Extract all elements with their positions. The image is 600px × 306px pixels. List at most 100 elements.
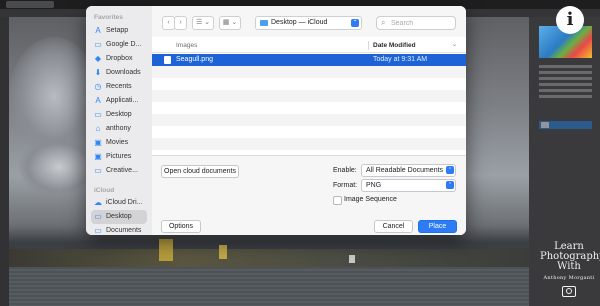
location-select[interactable]: Desktop — iCloud ⌃ [255,16,362,30]
sidebar-item-applications[interactable]: A Applicati... [91,94,147,108]
search-field[interactable]: ⌕ [376,16,456,30]
dialog-toolbar: ‹ › ☰ ⌄ ▦ ⌄ Desktop — iCloud ⌃ ⌕ [152,6,466,38]
location-label: Desktop — iCloud [271,19,328,26]
desktop-icon: ▭ [94,110,102,119]
open-cloud-documents-button[interactable]: Open cloud documents [161,165,239,178]
pictures-icon: ▣ [94,152,102,161]
layer-thumbnail [541,122,549,128]
forward-button[interactable]: › [174,16,187,30]
dropbox-icon: ◆ [94,54,102,63]
file-name: Seagull.png [176,56,213,63]
lighthouse [219,245,227,259]
desktop-icon: ▭ [94,212,102,221]
sidebar-item-label: Creative... [106,167,138,174]
grid-view-button[interactable]: ▦ ⌄ [219,16,241,30]
place-button[interactable]: Place [418,220,457,233]
image-sequence-checkbox[interactable] [333,196,342,205]
empty-row [152,126,466,138]
file-list-header: Images Date Modified ⌄ [152,39,466,53]
format-select-value: PNG [366,182,382,189]
place-file-dialog: Favorites A Setapp ▭ Google D... ◆ Dropb… [86,6,466,235]
home-icon: ⌂ [95,124,101,133]
sidebar-item-creative-cloud[interactable]: ▭ Creative... [91,164,147,178]
sidebar-heading-favorites: Favorites [94,14,123,21]
column-header-date-modified[interactable]: Date Modified [373,41,416,50]
file-list: Images Date Modified ⌄ Seagull.png Today… [152,37,466,170]
lighthouse [159,239,173,261]
sidebar-item-setapp[interactable]: A Setapp [91,24,147,38]
document-tab[interactable] [6,1,54,8]
documents-icon: ▭ [94,226,102,235]
shoreline [9,249,529,267]
image-sequence-label: Image Sequence [344,196,397,203]
empty-row [152,78,466,90]
list-view-icon: ☰ ⌄ [195,19,211,26]
chevron-right-icon: › [179,19,182,26]
cancel-button[interactable]: Cancel [374,220,413,233]
column-header-images[interactable]: Images [176,41,197,50]
sidebar-item-icloud-drive[interactable]: ☁ iCloud Dri... [91,196,147,210]
sidebar-item-label: Desktop [106,111,132,118]
movies-icon: ▣ [94,138,102,147]
sidebar: Favorites A Setapp ▭ Google D... ◆ Dropb… [86,6,153,235]
sidebar-item-label: Documents [106,227,142,234]
file-row-seagull[interactable]: Seagull.png Today at 9:31 AM [152,54,466,66]
sidebar-item-icloud-desktop[interactable]: ▭ Desktop [91,210,147,224]
format-select[interactable]: PNG ⌃ [361,179,456,192]
empty-row [152,102,466,114]
empty-row [152,114,466,126]
sidebar-item-label: iCloud Dri... [106,199,143,206]
water [9,267,529,306]
empty-row [152,138,466,150]
format-label: Format: [333,182,358,189]
chevron-updown-icon: ⌃ [446,166,454,174]
applications-icon: A [95,96,101,105]
drive-icon: ▭ [94,40,102,49]
enable-select[interactable]: All Readable Documents ⌃ [361,164,456,177]
sidebar-item-recents[interactable]: ◷ Recents [91,80,147,94]
sidebar-item-dropbox[interactable]: ◆ Dropbox [91,52,147,66]
sidebar-item-label: Setapp [106,27,129,34]
watermark: Learn Photography With Anthony Morganti [540,242,600,300]
sidebar-item-label: anthony [106,125,131,132]
column-divider [368,41,369,50]
search-icon: ⌕ [381,18,386,27]
folder-icon [260,20,268,26]
chevron-updown-icon: ⌃ [446,181,454,189]
sidebar-item-label: Downloads [106,69,141,76]
sidebar-item-label: Recents [106,83,132,90]
chevron-down-icon[interactable]: ⌄ [452,41,457,50]
clock-icon: ◷ [94,82,102,91]
adjustments-panel [539,62,592,101]
sidebar-item-home[interactable]: ⌂ anthony [91,122,147,136]
enable-label: Enable: [333,167,357,174]
search-input[interactable] [391,17,451,29]
watermark-name: Anthony Morganti [543,275,595,281]
sidebar-item-label: Movies [106,139,129,146]
sidebar-item-label: Dropbox [106,55,133,62]
sidebar-item-pictures[interactable]: ▣ Pictures [91,150,147,164]
chevron-left-icon: ‹ [167,19,170,26]
sidebar-item-label: Google D... [106,41,142,48]
sidebar-item-movies[interactable]: ▣ Movies [91,136,147,150]
enable-select-value: All Readable Documents [366,167,444,174]
empty-row [152,66,466,78]
chevron-updown-icon: ⌃ [351,19,359,27]
sidebar-item-label: Desktop [106,213,132,220]
sidebar-item-downloads[interactable]: ⬇ Downloads [91,66,147,80]
watermark-line: With [557,261,581,272]
dialog-options-area: Open cloud documents Enable: All Readabl… [152,155,466,235]
options-button[interactable]: Options [161,220,201,233]
sidebar-item-google-drive[interactable]: ▭ Google D... [91,38,147,52]
cloud-icon: ☁ [94,198,102,207]
tools-panel [0,17,9,306]
downloads-icon: ⬇ [94,68,102,77]
list-view-button[interactable]: ☰ ⌄ [192,16,214,30]
sidebar-item-documents[interactable]: ▭ Documents [91,224,147,235]
lighthouse [349,255,355,263]
grid-view-icon: ▦ ⌄ [222,19,238,26]
folder-icon: ▭ [94,166,102,175]
sidebar-item-desktop[interactable]: ▭ Desktop [91,108,147,122]
file-date: Today at 9:31 AM [373,56,428,63]
info-icon: i [556,6,584,34]
